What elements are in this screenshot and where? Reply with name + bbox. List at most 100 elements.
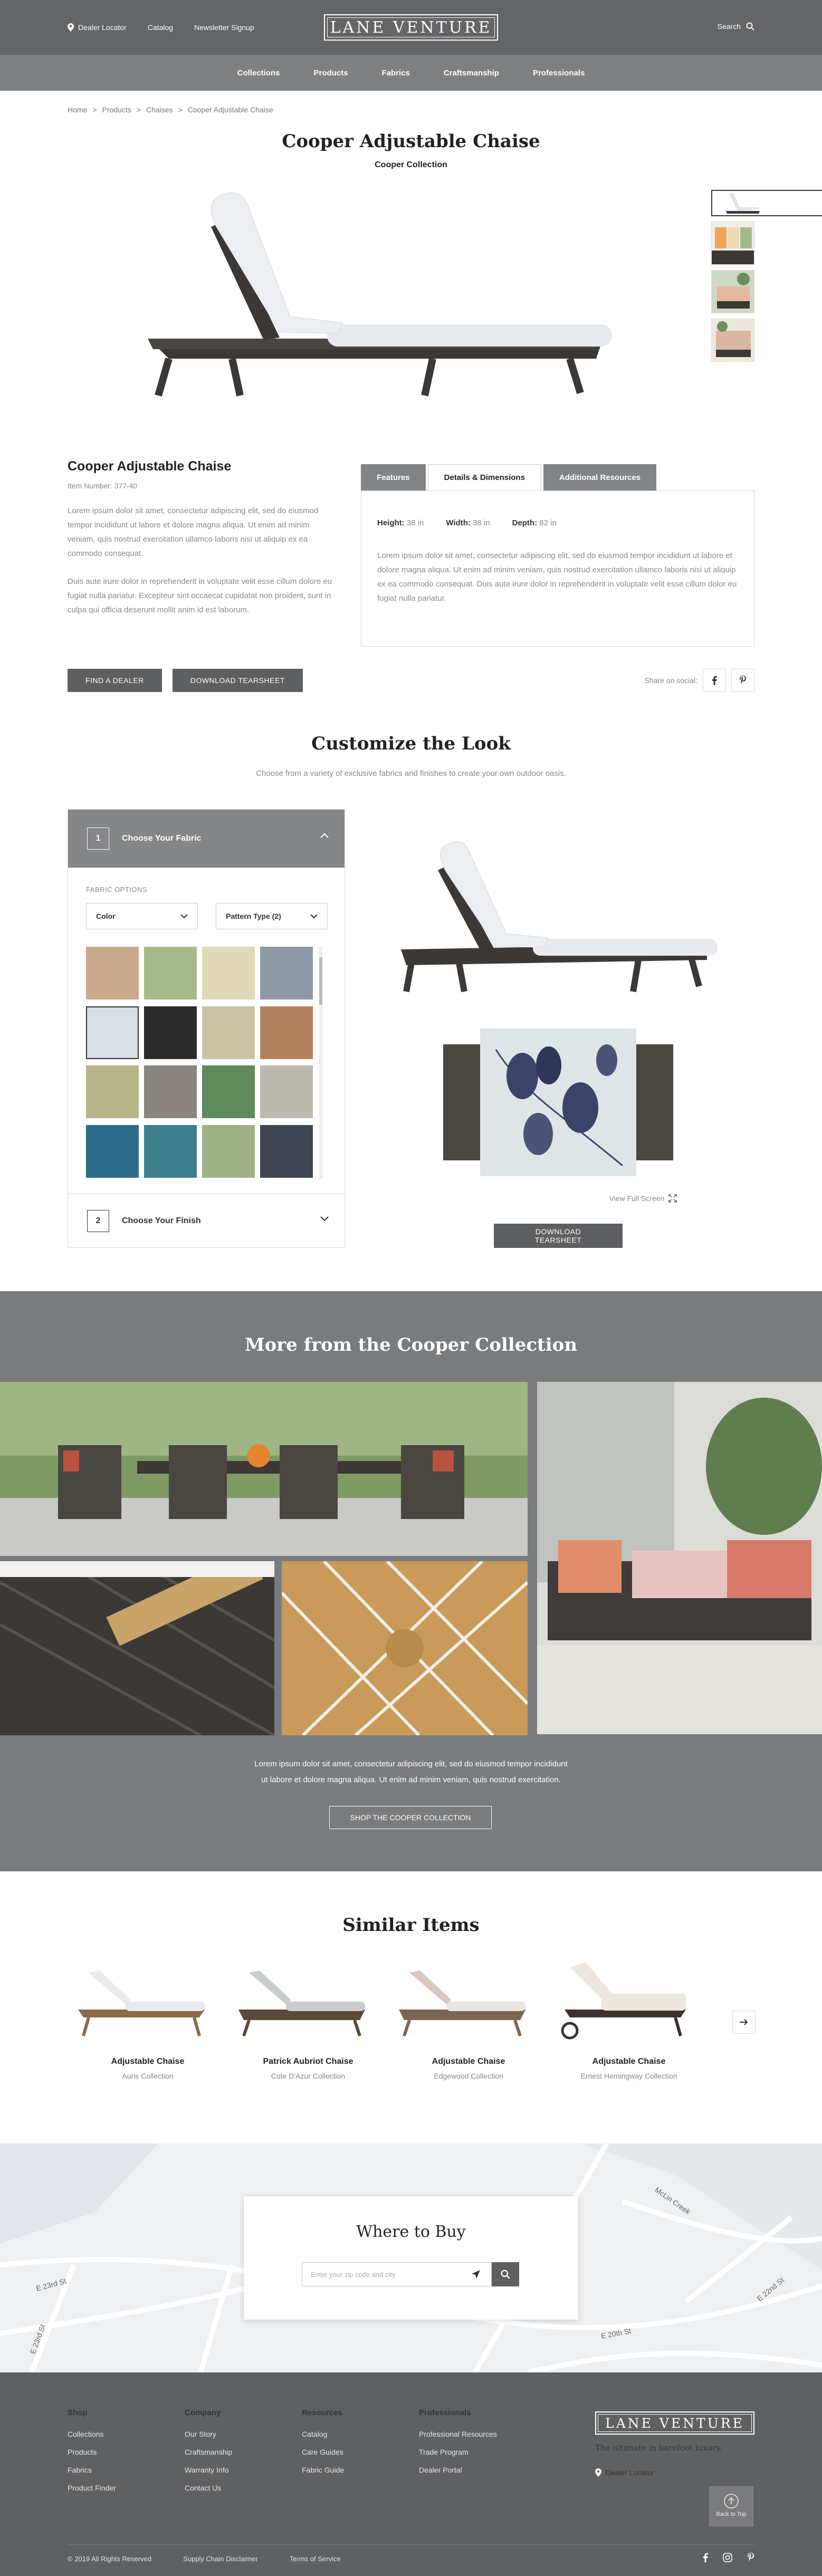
customize-download-tearsheet-button[interactable]: DOWNLOAD TEARSHEET (494, 1224, 623, 1248)
tab-features[interactable]: Features (361, 464, 426, 491)
zip-code-input[interactable]: Enter your zip code and city (302, 2262, 492, 2286)
pinterest-share-button[interactable] (731, 669, 754, 692)
breadcrumb-home[interactable]: Home (68, 105, 87, 114)
view-fullscreen-link[interactable]: View Full Screen (0, 1194, 822, 1203)
fabric-swatch[interactable] (202, 1065, 255, 1118)
find-dealer-button[interactable]: FIND A DEALER (68, 669, 162, 692)
fabric-swatch[interactable] (144, 947, 197, 999)
fabric-swatch[interactable] (260, 1065, 313, 1118)
breadcrumb-separator: > (92, 105, 97, 114)
height-dimension: Height: 38 in (377, 518, 424, 527)
footer-link[interactable]: Fabrics (68, 2466, 116, 2474)
footer-legal: © 2019 All Rights Reserved Supply Chain … (68, 2555, 341, 2563)
footer-link[interactable]: Collections (68, 2430, 116, 2438)
footer-link[interactable]: Trade Program (419, 2448, 497, 2456)
catalog-link[interactable]: Catalog (148, 23, 173, 32)
scrollbar-thumb[interactable] (319, 957, 322, 1005)
footer-link[interactable]: Care Guides (302, 2448, 344, 2456)
footer-link[interactable]: Contact Us (185, 2484, 232, 2492)
tab-additional-resources[interactable]: Additional Resources (543, 464, 657, 491)
carousel-next-button[interactable] (732, 2011, 756, 2034)
fabric-swatch[interactable] (86, 947, 139, 999)
fabric-swatch[interactable] (202, 1006, 255, 1059)
breadcrumb-chaises[interactable]: Chaises (146, 105, 173, 114)
footer-logo[interactable]: LANE VENTURE (595, 2411, 754, 2435)
instagram-icon[interactable] (723, 2553, 732, 2562)
nav-collections[interactable]: Collections (237, 69, 280, 78)
site-logo[interactable]: LANE VENTURE (324, 14, 498, 41)
fabric-accordion-header[interactable]: 1 Choose Your Fabric (68, 810, 345, 868)
supply-chain-link[interactable]: Supply Chain Disclaimer (183, 2555, 258, 2563)
locate-me-icon[interactable] (471, 2269, 481, 2280)
fabric-swatch[interactable] (144, 1124, 197, 1178)
similar-items-carousel: Adjustable Chaise Auris Collection Patri… (68, 1952, 709, 2080)
similar-item-card[interactable]: Patrick Aubriot Chaise Cote D'Azur Colle… (228, 1952, 388, 2080)
swatch-scrollbar[interactable] (319, 947, 322, 1179)
nav-products[interactable]: Products (314, 69, 348, 78)
footer-link[interactable]: Our Story (185, 2430, 232, 2438)
fabric-swatch[interactable] (202, 1124, 255, 1178)
thumbnail[interactable] (711, 270, 754, 313)
gallery-image-dining[interactable] (0, 1382, 528, 1556)
copyright: © 2019 All Rights Reserved (68, 2555, 152, 2563)
fabric-swatch[interactable] (260, 1006, 313, 1059)
chevron-down-icon (180, 914, 188, 918)
fabric-swatch[interactable] (144, 1006, 197, 1059)
nav-craftsmanship[interactable]: Craftsmanship (444, 69, 499, 78)
dealer-locator-link[interactable]: Dealer Locator (68, 23, 127, 32)
item-number: Item Number: 377-40 (68, 482, 138, 490)
facebook-share-button[interactable] (703, 669, 726, 692)
step-label: Choose Your Fabric (122, 834, 202, 843)
width-dimension: Width: 38 in (446, 518, 490, 527)
pinterest-icon (740, 676, 747, 684)
footer-divider (68, 2544, 754, 2545)
facebook-icon[interactable] (703, 2553, 708, 2562)
fabric-swatch[interactable] (86, 1065, 139, 1118)
customize-panel: 1 Choose Your Fabric FABRIC OPTIONS Colo… (68, 809, 345, 1248)
gallery-image-sofa[interactable] (537, 1382, 822, 1734)
fabric-swatch[interactable] (202, 947, 255, 999)
product-description: Lorem ipsum dolor sit amet, consectetur … (68, 506, 319, 558)
similar-item-card[interactable]: Adjustable Chaise Ernest Hemingway Colle… (549, 1952, 709, 2080)
similar-item-card[interactable]: Adjustable Chaise Edgewood Collection (388, 1952, 549, 2080)
footer-link[interactable]: Professional Resources (419, 2430, 497, 2438)
fabric-swatch[interactable] (260, 1124, 313, 1178)
nav-fabrics[interactable]: Fabrics (382, 69, 410, 78)
newsletter-link[interactable]: Newsletter Signup (194, 23, 254, 32)
page-title: Cooper Adjustable Chaise (282, 131, 540, 152)
fabric-swatch[interactable] (86, 1006, 139, 1059)
footer-link[interactable]: Warranty Info (185, 2466, 232, 2474)
footer-link[interactable]: Craftsmanship (185, 2448, 232, 2456)
thumbnail[interactable] (711, 190, 822, 216)
color-select[interactable]: Color (86, 903, 198, 929)
download-tearsheet-button[interactable]: DOWNLOAD TEARSHEET (172, 669, 303, 692)
back-to-top-button[interactable]: Back to Top (709, 2486, 753, 2526)
search-toggle[interactable]: Search (718, 22, 754, 31)
shop-collection-button[interactable]: SHOP THE COOPER COLLECTION (329, 1806, 492, 1829)
gallery-image-teak-detail[interactable] (282, 1561, 528, 1735)
zip-search-button[interactable] (492, 2262, 519, 2286)
thumbnail[interactable] (711, 222, 754, 265)
similar-item-collection: Ernest Hemingway Collection (580, 2072, 677, 2080)
footer-link[interactable]: Dealer Portal (419, 2466, 497, 2474)
breadcrumb-products[interactable]: Products (102, 105, 131, 114)
fabric-swatch[interactable] (86, 1124, 139, 1178)
dimensions: Height: 38 in Width: 38 in Depth: 82 in (377, 518, 738, 527)
tab-details-dimensions[interactable]: Details & Dimensions (427, 464, 541, 491)
fabric-swatch[interactable] (260, 947, 313, 999)
gallery-image-weave-detail[interactable] (0, 1561, 274, 1735)
share-label: Share on social: (644, 676, 697, 685)
customize-subtitle: Choose from a variety of exclusive fabri… (256, 769, 566, 778)
footer-link[interactable]: Products (68, 2448, 116, 2456)
footer-link[interactable]: Fabric Guide (302, 2466, 344, 2474)
footer-link[interactable]: Product Finder (68, 2484, 116, 2492)
terms-link[interactable]: Terms of Service (290, 2555, 341, 2563)
footer-dealer-locator[interactable]: Dealer Locator (595, 2468, 654, 2477)
thumbnail[interactable] (711, 319, 754, 362)
pinterest-icon[interactable] (747, 2553, 754, 2562)
pattern-type-select[interactable]: Pattern Type (2) (216, 903, 328, 929)
fabric-swatch[interactable] (144, 1065, 197, 1118)
similar-item-card[interactable]: Adjustable Chaise Auris Collection (68, 1952, 228, 2080)
footer-link[interactable]: Catalog (302, 2430, 344, 2438)
nav-professionals[interactable]: Professionals (533, 69, 585, 78)
